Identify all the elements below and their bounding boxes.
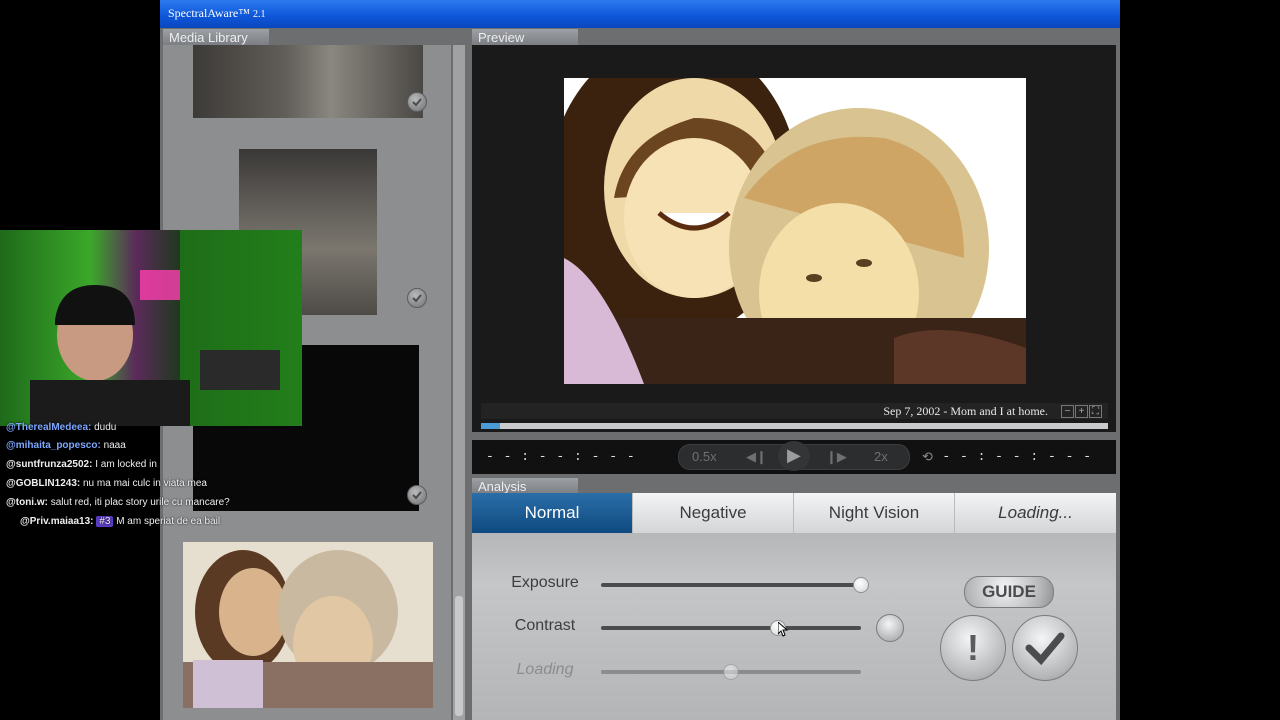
alert-button[interactable]: ! xyxy=(940,615,1006,681)
exposure-slider[interactable] xyxy=(601,583,861,587)
preview-photo xyxy=(564,78,1026,384)
step-back-icon[interactable]: ◀❙ xyxy=(746,449,767,465)
loading-slider-knob[interactable] xyxy=(723,664,739,680)
chat-text: M am speriat de ea bail xyxy=(116,516,221,527)
timeline-progress-fill xyxy=(481,423,500,429)
contrast-slider[interactable] xyxy=(601,626,861,630)
window-title: SpectralAware™ 2.1 xyxy=(168,6,265,21)
family-photo-thumbnail xyxy=(183,542,433,708)
exposure-slider-knob[interactable] xyxy=(853,577,869,593)
speed-slow-button[interactable]: 0.5x xyxy=(692,449,717,464)
check-icon[interactable] xyxy=(407,92,427,112)
chat-message: @suntfrunza2502: I am locked in xyxy=(6,459,157,470)
analysis-tab: Analysis xyxy=(472,478,578,494)
app-version: 2.1 xyxy=(252,9,266,20)
chat-user: @GOBLIN1243: xyxy=(6,478,81,489)
chat-message: @mihaita_popesco: naaa xyxy=(6,440,126,451)
chat-text: naaa xyxy=(103,440,126,451)
media-library-tab: Media Library xyxy=(163,29,269,45)
caption-bar: Sep 7, 2002 - Mom and I at home. − + ⛶ xyxy=(481,403,1108,419)
family-photo xyxy=(564,78,1026,384)
chat-message: @Priv.maiaa13: #3 M am speriat de ea bai… xyxy=(6,516,220,527)
mouse-cursor-icon xyxy=(778,622,789,637)
check-icon[interactable] xyxy=(407,485,427,505)
chat-text: I am locked in xyxy=(95,459,157,470)
streamer-webcam-image xyxy=(30,230,302,426)
preview-tab: Preview xyxy=(472,29,578,45)
time-elapsed: - - : - - : - - - xyxy=(486,449,636,464)
check-icon[interactable] xyxy=(407,288,427,308)
chat-badge: #3 xyxy=(96,516,114,527)
step-forward-icon[interactable]: ❙▶ xyxy=(826,449,847,465)
fullscreen-icon[interactable]: ⛶ xyxy=(1089,405,1102,418)
zoom-out-icon[interactable]: − xyxy=(1061,405,1074,418)
time-total: - - : - - : - - - xyxy=(942,449,1092,464)
loading-label: Loading xyxy=(516,661,574,678)
media-thumbnail-selected[interactable] xyxy=(183,542,433,708)
confirm-button[interactable] xyxy=(1012,615,1078,681)
checkmark-icon xyxy=(1025,632,1065,666)
app-title: SpectralAware™ xyxy=(168,6,250,20)
library-scroll-thumb[interactable] xyxy=(455,596,463,716)
chat-text: nu ma mai culc in viata mea xyxy=(83,478,207,489)
chat-user: @TherealMedeea: xyxy=(6,422,92,433)
chat-text: dudu xyxy=(94,422,117,433)
webcam-overlay xyxy=(0,230,302,426)
chat-text: salut red, iti plac story urile cu manca… xyxy=(50,497,230,508)
tab-normal[interactable]: Normal xyxy=(472,493,633,533)
chat-message: @TherealMedeea: dudu xyxy=(6,422,116,433)
speed-fast-button[interactable]: 2x xyxy=(874,449,888,464)
tab-loading[interactable]: Loading... xyxy=(955,493,1116,533)
chat-user: @mihaita_popesco: xyxy=(6,440,101,451)
title-bar[interactable] xyxy=(160,0,1120,28)
chat-user: @toni.w: xyxy=(6,497,48,508)
zoom-in-icon[interactable]: + xyxy=(1075,405,1088,418)
chat-message: @toni.w: salut red, iti plac story urile… xyxy=(6,497,230,508)
reset-icon[interactable] xyxy=(876,614,904,642)
play-icon: ▶ xyxy=(787,445,801,465)
loop-icon[interactable]: ⟲ xyxy=(922,449,933,465)
exposure-label: Exposure xyxy=(511,574,579,591)
timeline-progress[interactable] xyxy=(481,423,1108,429)
photo-caption: Sep 7, 2002 - Mom and I at home. xyxy=(883,404,1048,418)
chat-message: @GOBLIN1243: nu ma mai culc in viata mea xyxy=(6,478,207,489)
tab-night-vision[interactable]: Night Vision xyxy=(794,493,955,533)
contrast-label: Contrast xyxy=(514,617,576,634)
chat-user: @Priv.maiaa13: xyxy=(20,516,94,527)
tab-negative[interactable]: Negative xyxy=(633,493,794,533)
chat-user: @suntfrunza2502: xyxy=(6,459,93,470)
guide-button[interactable]: GUIDE xyxy=(964,576,1054,608)
media-thumbnail[interactable] xyxy=(193,45,423,118)
